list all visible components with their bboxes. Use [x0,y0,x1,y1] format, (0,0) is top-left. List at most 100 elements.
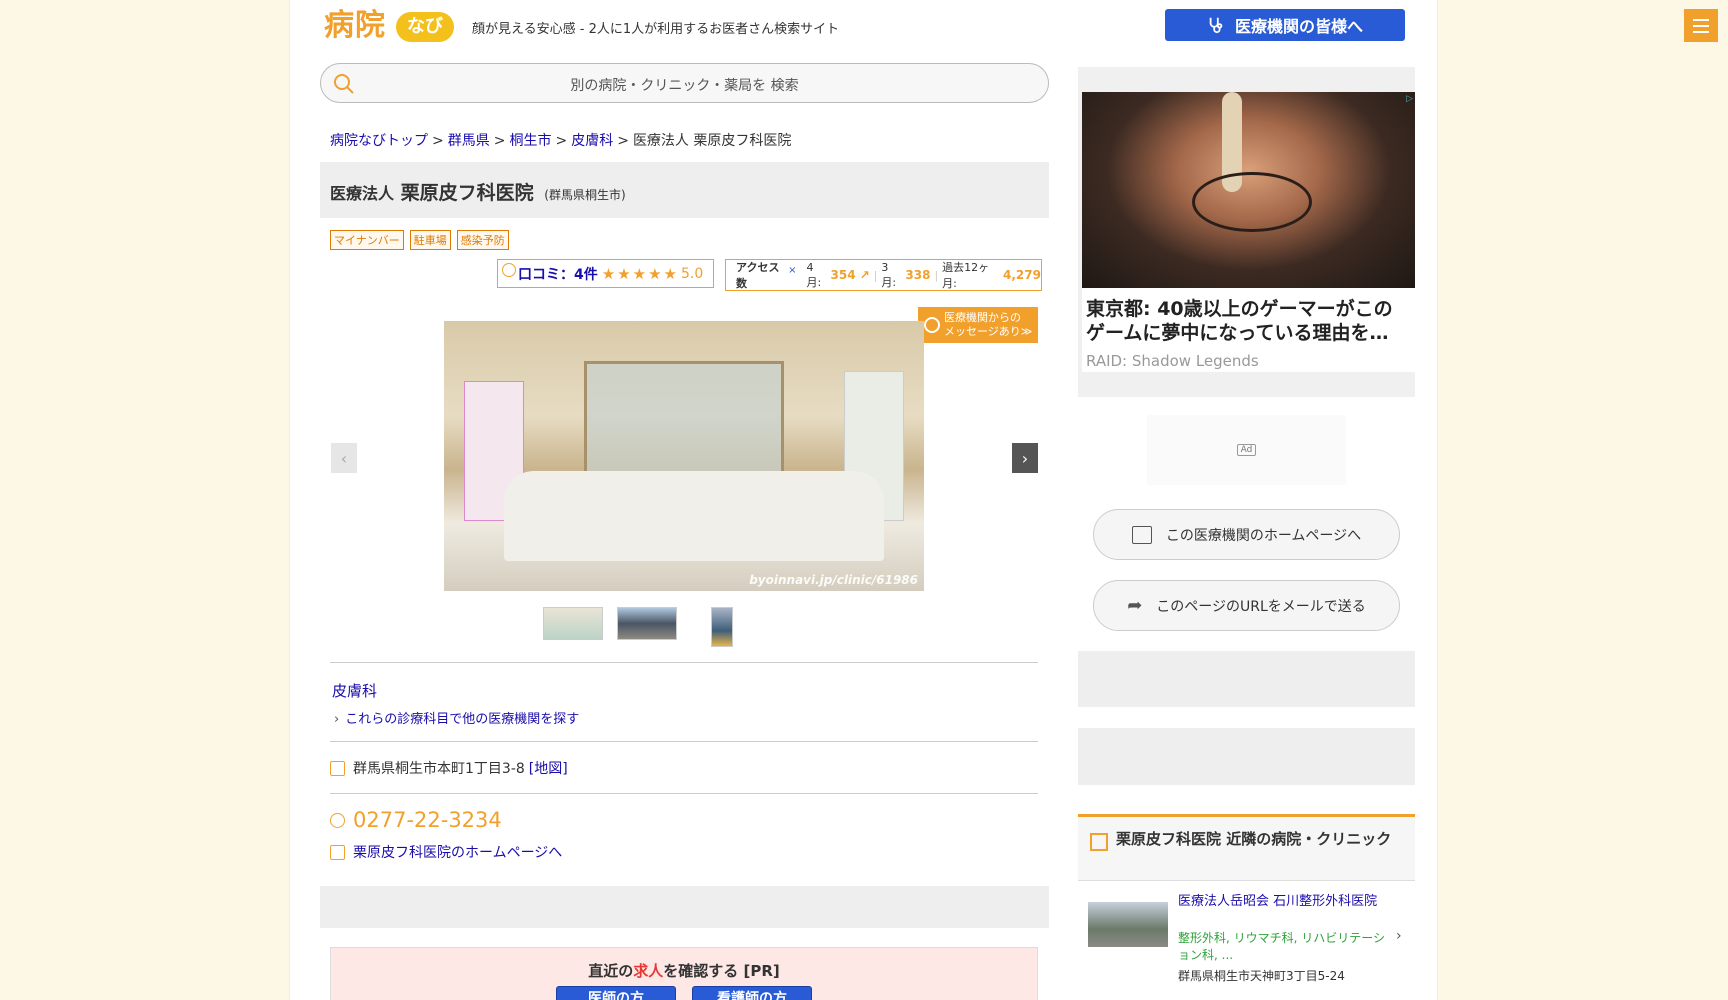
speech-bubble-icon [502,262,516,277]
department-link[interactable]: 皮膚科 [332,680,377,701]
chevron-left-icon: ‹ [340,448,348,468]
hamburger-menu-button[interactable] [1684,9,1718,42]
nearby-name-link[interactable]: 医療法人岳昭会 石川整形外科医院 [1178,893,1388,910]
thumbnail-3[interactable] [711,607,733,647]
stat-separator: | [934,268,939,282]
medical-institutions-button[interactable]: 医療機関の皆様へ [1165,9,1405,41]
search-input[interactable]: 別の病院・クリニック・薬局を 検索 [320,63,1049,103]
department-search-label: これらの診療科目で他の医療機関を探す [345,712,580,727]
menu-icon-bar [1693,30,1709,33]
logo-pill: なび [396,12,454,42]
department-search-link[interactable]: › これらの診療科目で他の医療機関を探す [334,708,579,727]
doctor-jobs-button[interactable]: 医師の方 [556,986,676,1000]
photo-next-button[interactable]: › [1012,443,1038,473]
clinic-message-badge[interactable]: 医療機関からの メッセージあり≫ [918,307,1038,343]
access-apr-value: 354 [830,268,856,282]
site-tagline: 顔が見える安心感 - 2人に1人が利用するお医者さん検索サイト [472,22,840,37]
job-title-highlight: 求人 [633,962,664,980]
menu-icon-bar [1693,18,1709,21]
access-mar-value: 338 [905,268,931,282]
close-icon[interactable]: × [788,265,796,276]
clinic-title-bar: 医療法人 栗原皮フ科医院 (群馬県桐生市) [320,162,1049,218]
breadcrumb-sep: > [555,133,568,149]
grey-band [320,886,1049,928]
nearby-thumbnail[interactable] [1088,902,1168,947]
share-mail-label: このページのURLをメールで送る [1156,598,1366,615]
feature-tags: マイナンバー 駐車場 感染予防 [330,230,509,250]
building-icon [330,760,345,776]
list-item[interactable]: 医療法人岳昭会 石川整形外科医院 整形外科, リウマチ科, リハビリテーション科… [1078,882,1415,983]
photo-watermark: byoinnavi.jp/clinic/61986 [749,573,918,587]
sidebar-homepage-button[interactable]: この医療機関のホームページへ [1093,509,1400,560]
clinic-photo[interactable]: byoinnavi.jp/clinic/61986 [444,321,924,591]
homepage-row[interactable]: 栗原皮フ科医院のホームページへ [330,842,562,862]
homepage-link[interactable]: 栗原皮フ科医院のホームページへ [353,842,562,862]
nearby-departments: 整形外科, リウマチ科, リハビリテーション科, ... [1178,931,1386,962]
thumbnail-2[interactable] [617,607,677,640]
breadcrumb-sep: > [617,133,629,149]
sidebar-homepage-label: この医療機関のホームページへ [1165,527,1362,544]
access-stats: アクセス数 × 4月: 354 ↗ | 3月: 338 | 過去12ヶ月: 4,… [725,259,1042,291]
nearby-title: 栗原皮フ科医院 近隣の病院・クリニック [1116,830,1392,848]
breadcrumb-department[interactable]: 皮膚科 [571,133,613,149]
breadcrumb-city[interactable]: 桐生市 [509,133,551,149]
review-count-link[interactable]: 口コミ：4件 [518,264,598,284]
thumbnail-1[interactable] [543,607,603,640]
clinic-phone[interactable]: 0277-22-3234 [353,808,502,832]
ad-label: Ad [1236,444,1257,456]
message-badge-text: 医療機関からの メッセージあり≫ [944,311,1032,339]
logo-text: 病院 [324,8,386,43]
tag-parking[interactable]: 駐車場 [409,230,451,250]
job-title-pre: 直近の [588,962,634,980]
breadcrumb-current: 医療法人 栗原皮フ科医院 [632,133,792,149]
sidebar-grey-block [1078,651,1415,707]
trend-up-icon: ↗ [859,268,870,282]
ad-source[interactable]: RAID: Shadow Legends [1086,352,1259,370]
breadcrumb-sep: > [432,133,444,149]
access-12m-value: 4,279 [1003,268,1041,282]
share-icon: ➦ [1127,595,1143,616]
ad-headline[interactable]: 東京都: 40歳以上のゲーマーがこのゲームに夢中になっている理由を… [1086,297,1408,345]
adchoices-icon[interactable]: ▷ [1406,94,1413,104]
access-apr-label: 4月: [806,260,822,289]
divider [330,793,1038,794]
divider [330,741,1038,742]
phone-icon [330,812,345,828]
job-buttons: 医師の方 看護師の方 [331,986,1037,1000]
breadcrumb-top[interactable]: 病院なびトップ [330,133,428,149]
job-title-post: を確認する [PR] [663,962,780,980]
tag-mynumber[interactable]: マイナンバー [330,230,404,250]
divider [330,662,1038,663]
ad-image[interactable]: ▷ [1082,92,1415,288]
tag-infection[interactable]: 感染予防 [456,230,509,250]
nearby-clinics: 栗原皮フ科医院 近隣の病院・クリニック 医療法人岳昭会 石川整形外科医院 整形外… [1078,814,1415,1000]
doctor-icon [924,317,940,333]
site-logo[interactable]: 病院 なび [324,9,454,43]
share-mail-button[interactable]: ➦ このページのURLをメールで送る [1093,580,1400,631]
clinic-location: (群馬県桐生市) [544,188,626,202]
message-badge-line1: 医療機関からの [944,311,1021,324]
phone-row[interactable]: 0277-22-3234 [330,808,502,832]
ad-image-detail [1192,172,1312,232]
chevron-right-icon: › [1021,448,1029,468]
rating-stars: ★★★★★ [601,264,679,283]
photo-reception-counter [504,471,884,561]
access-mar-label: 3月: [881,260,897,289]
nurse-jobs-button[interactable]: 看護師の方 [692,986,812,1000]
photo-prev-button[interactable]: ‹ [331,443,357,473]
page-container: 病院 なび 顔が見える安心感 - 2人に1人が利用するお医者さん検索サイト 医療… [289,0,1438,1000]
map-link[interactable]: [地図] [529,758,568,778]
chevron-right-icon: › [1396,928,1402,944]
clinic-prefix: 医療法人 [330,184,395,203]
job-section: 直近の求人を確認する [PR] 医師の方 看護師の方 [330,947,1038,1000]
stethoscope-icon [1209,17,1223,34]
medical-button-label: 医療機関の皆様へ [1234,17,1363,36]
breadcrumb-sep: > [493,133,506,149]
external-link-icon [330,844,345,860]
review-summary[interactable]: 口コミ：4件 ★★★★★ 5.0 [497,259,714,288]
ad-placeholder: Ad [1147,415,1346,485]
stat-separator: | [873,268,878,282]
nearby-header: 栗原皮フ科医院 近隣の病院・クリニック [1078,817,1415,881]
breadcrumb-prefecture[interactable]: 群馬県 [448,133,490,149]
rating-score: 5.0 [681,265,704,282]
